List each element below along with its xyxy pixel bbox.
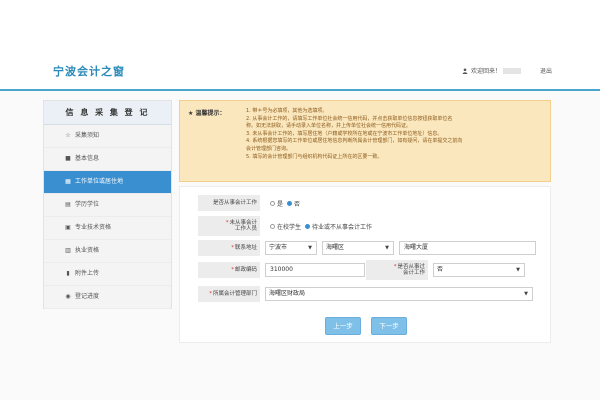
address-label: * 联系地址 <box>198 240 260 256</box>
sidebar-item-label: 专业技术资格 <box>75 224 112 231</box>
notice-line: 1. 带＊号为必填项，其他为选填项。 <box>246 108 328 114</box>
district-select[interactable]: 海曙区 ▼ <box>322 241 394 255</box>
notice-box: ★ 温馨提示： 1. 带＊号为必填项，其他为选填项。 2. 从事会计工作的，请填… <box>179 100 551 182</box>
top-header: 宁波会计之窗 欢迎回来！ 退出 <box>0 0 600 90</box>
star-icon: ☆ <box>65 132 71 139</box>
engaged-yes-label[interactable]: 是 <box>277 199 283 208</box>
postal-label: * 邮政编码 <box>198 262 260 278</box>
notice-line: 会计管理部门咨询。 <box>246 145 292 152</box>
unemployed-label[interactable]: 待业或不从事会计工作 <box>312 222 372 231</box>
chevron-down-icon: ▼ <box>516 267 520 273</box>
address-row: * 联系地址 宁波市 ▼ 海曙区 ▼ 海曙大厦 <box>198 240 536 256</box>
engaged-yes-radio[interactable] <box>270 200 275 206</box>
past-select[interactable]: 否 ▼ <box>433 263 525 277</box>
city-select[interactable]: 宁波市 ▼ <box>265 241 317 255</box>
form-panel: 是否从事会计工作 是 否 *未从事会计 工作人员 在校学生 待业或不从事会计工作… <box>179 186 551 343</box>
status-label: *未从事会计 工作人员 <box>198 216 260 236</box>
welcome-text: 欢迎回来！ <box>471 68 502 75</box>
sidebar-item-workplace[interactable]: ▦ 工作单位或居住地 <box>44 171 171 194</box>
dept-row: * 所属会计管理部门 海曙区财政局 ▼ <box>198 286 533 302</box>
prev-button[interactable]: 上一步 <box>325 317 361 335</box>
chevron-down-icon: ▼ <box>308 245 312 251</box>
logout-link[interactable]: 退出 <box>540 66 552 75</box>
certificate-icon: ▣ <box>65 224 71 231</box>
postal-row: * 邮政编码 310000 <box>198 262 365 278</box>
engaged-row: 是否从事会计工作 是 否 <box>198 195 300 211</box>
street-input[interactable]: 海曙大厦 <box>399 241 536 255</box>
sidebar-item-license[interactable]: ▥ 执业资格 <box>44 240 171 263</box>
unemployed-radio[interactable] <box>305 223 311 229</box>
sidebar-item-qualification[interactable]: ▣ 专业技术资格 <box>44 217 171 240</box>
sidebar-item-label: 采集须知 <box>75 132 100 139</box>
notice-label: ★ 温馨提示： <box>188 110 226 117</box>
sidebar-item-label: 学历学位 <box>75 201 100 208</box>
engaged-no-radio[interactable] <box>287 200 293 206</box>
user-card-icon: ■ <box>65 155 71 162</box>
sidebar-item-label: 登记进度 <box>75 293 100 300</box>
site-logo[interactable]: 宁波会计之窗 <box>53 63 125 79</box>
sidebar-item-label: 工作单位或居住地 <box>75 178 124 185</box>
chevron-down-icon: ▼ <box>524 291 528 297</box>
engaged-no-label[interactable]: 否 <box>294 199 300 208</box>
notice-line: 5. 填写的会计管理部门与组织机构代码证上所在的区要一致。 <box>246 153 383 160</box>
sidebar-item-upload[interactable]: ▮ 附件上传 <box>44 263 171 286</box>
dept-select[interactable]: 海曙区财政局 ▼ <box>265 287 533 301</box>
sidebar-title: 信 息 采 集 登 记 <box>44 101 171 125</box>
engaged-label: 是否从事会计工作 <box>198 195 260 211</box>
past-row: *是否从事过 会计工作 否 ▼ <box>366 260 525 280</box>
chevron-down-icon: ▼ <box>385 245 389 251</box>
sidebar-item-education[interactable]: ▤ 学历学位 <box>44 194 171 217</box>
notice-text: 1. 带＊号为必填项，其他为选填项。 2. 从事会计工作的，请填写工作单位社会统… <box>246 108 546 161</box>
next-button[interactable]: 下一步 <box>371 317 407 335</box>
engaged-radio-group: 是 否 <box>266 199 300 208</box>
student-radio[interactable] <box>270 223 275 229</box>
postal-input[interactable]: 310000 <box>265 263 365 277</box>
notice-line: 称。如无法获取，请手动录入单位名称，并上传单位社会统一信用代码证。 <box>246 123 412 130</box>
sidebar-item-progress[interactable]: ◉ 登记进度 <box>44 286 171 309</box>
student-label[interactable]: 在校学生 <box>277 222 301 231</box>
sidebar-item-label: 基本信息 <box>75 155 100 162</box>
status-radio-group: 在校学生 待业或不从事会计工作 <box>266 222 372 231</box>
sidebar: 信 息 采 集 登 记 ☆ 采集须知 ■ 基本信息 ▦ 工作单位或居住地 ▤ 学… <box>43 100 172 309</box>
file-icon: ▮ <box>66 270 70 277</box>
notice-line: 4. 系统根据您填写的工作单位或居住地信息判断所属会计管理部门，如有疑问，请在单… <box>246 138 463 145</box>
graduation-icon: ▤ <box>65 201 71 208</box>
sidebar-item-label: 执业资格 <box>75 247 100 254</box>
building-icon: ▦ <box>65 178 71 185</box>
user-area: 欢迎回来！ <box>462 66 522 75</box>
status-row: *未从事会计 工作人员 在校学生 待业或不从事会计工作 <box>198 216 372 236</box>
sidebar-item-basic-info[interactable]: ■ 基本信息 <box>44 148 171 171</box>
sidebar-item-label: 附件上传 <box>75 270 100 277</box>
license-icon: ▥ <box>65 247 71 254</box>
sidebar-item-collection-notice[interactable]: ☆ 采集须知 <box>44 125 171 148</box>
user-name-redacted <box>503 67 522 74</box>
clock-icon: ◉ <box>65 293 71 300</box>
past-label: *是否从事过 会计工作 <box>366 260 428 280</box>
dept-label: * 所属会计管理部门 <box>198 286 260 302</box>
user-icon <box>462 67 468 74</box>
